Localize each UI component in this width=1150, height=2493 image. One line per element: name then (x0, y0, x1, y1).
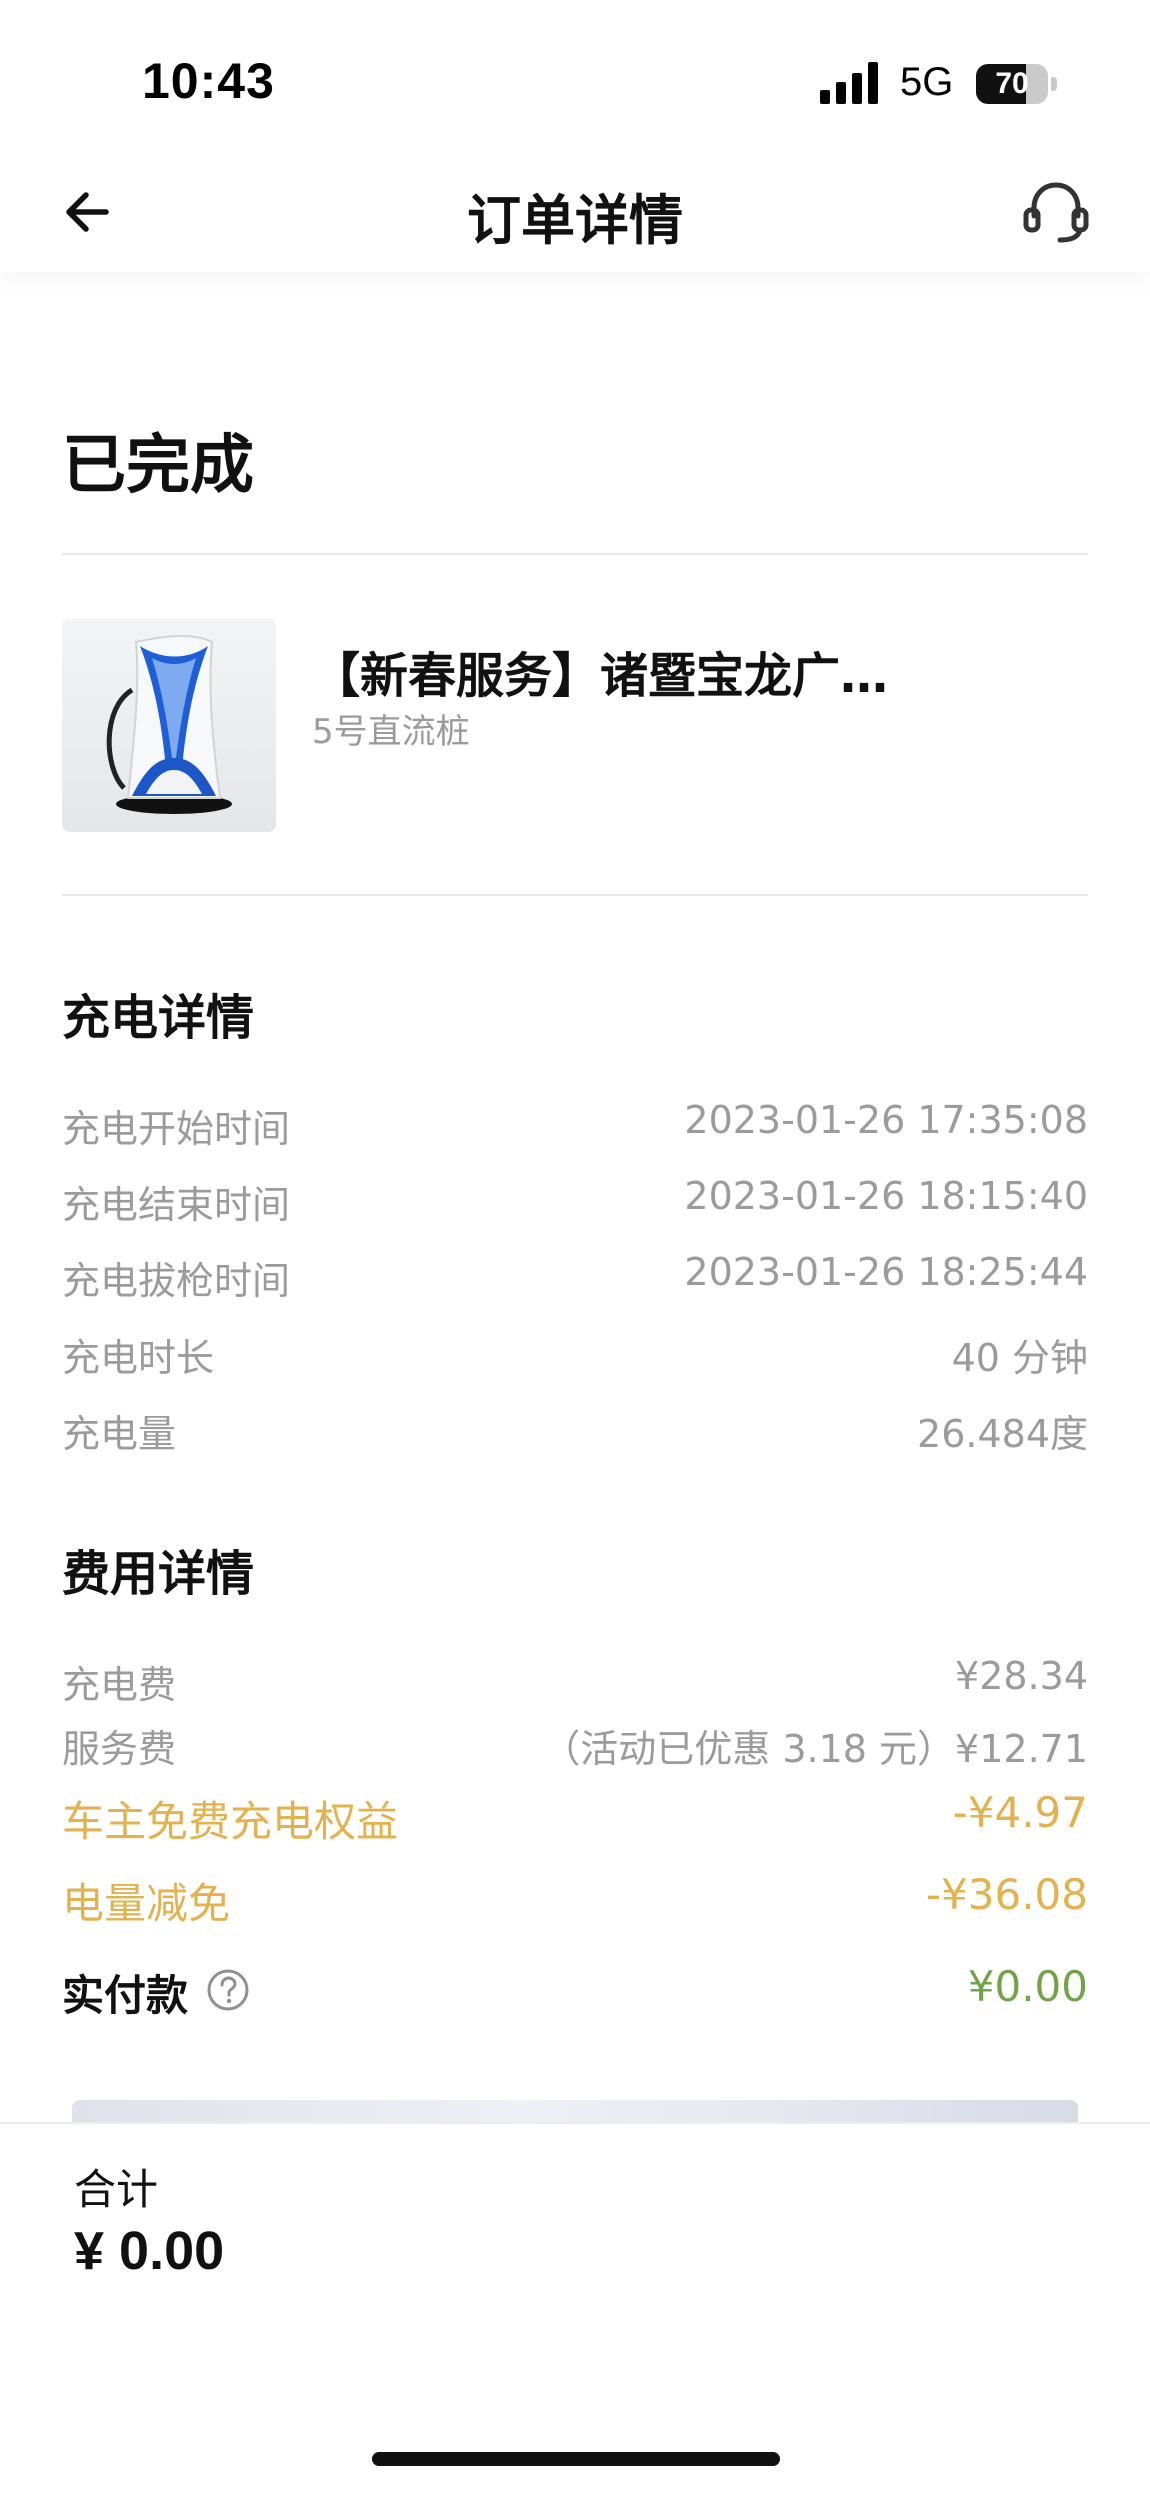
order-detail-page: 10:43 5G 70 订单详情 已完成 【新春服务】诸暨宝龙广… 5号直流桩 … (0, 0, 1150, 2493)
page-title: 订单详情 (467, 189, 683, 252)
battery-icon: 70 (976, 64, 1058, 104)
charge-end-value: 2023-01-26 18:15:40 (684, 1174, 1088, 1218)
status-bar: 10:43 5G 70 (0, 0, 1150, 170)
total-value: ¥ 0.00 (74, 2221, 225, 2281)
owner-benefit-label: 车主免费充电权益 (62, 1797, 399, 1846)
energy-discount-label: 电量减免 (62, 1879, 231, 1928)
nav-bar: 订单详情 (0, 150, 1150, 272)
paid-amount-label: 实付款 (62, 1971, 189, 2020)
owner-benefit-value: -¥4.97 (952, 1788, 1088, 1837)
divider (62, 553, 1088, 555)
charge-duration-value: 40 分钟 (951, 1336, 1088, 1380)
charging-details-title: 充电详情 (62, 990, 255, 1046)
service-fee-value: （活动已优惠 3.18 元）¥12.71 (542, 1727, 1088, 1771)
charge-amount-value: 26.484度 (917, 1412, 1088, 1456)
bottom-bar: 合计 ¥ 0.00 (0, 2122, 1150, 2493)
headset-icon[interactable] (1020, 176, 1092, 246)
service-fee-label: 服务费 (62, 1727, 177, 1771)
pile-name: 5号直流桩 (312, 712, 470, 752)
charge-duration-label: 充电时长 (62, 1336, 215, 1380)
charging-pile-image (62, 618, 276, 832)
charging-fee-value: ¥28.34 (955, 1654, 1088, 1698)
charge-end-label: 充电结束时间 (62, 1183, 291, 1227)
order-status: 已完成 (62, 429, 254, 503)
energy-discount-value: -¥36.08 (925, 1870, 1088, 1919)
charging-fee-label: 充电费 (62, 1663, 177, 1707)
charge-start-value: 2023-01-26 17:35:08 (684, 1098, 1088, 1142)
signal-icon (820, 62, 878, 104)
home-indicator (372, 2452, 780, 2466)
station-name[interactable]: 【新春服务】诸暨宝龙广… (312, 636, 1052, 706)
paid-amount-value: ¥0.00 (967, 1962, 1088, 2011)
total-label: 合计 (74, 2165, 159, 2214)
unplug-time-value: 2023-01-26 18:25:44 (684, 1250, 1088, 1294)
battery-level-text: 70 (995, 67, 1029, 100)
divider (62, 894, 1088, 896)
status-time: 10:43 (142, 53, 275, 109)
charge-start-label: 充电开始时间 (62, 1107, 291, 1151)
unplug-time-label: 充电拔枪时间 (62, 1259, 291, 1303)
network-label: 5G (900, 60, 954, 104)
charge-amount-label: 充电量 (62, 1412, 177, 1456)
question-circle-icon[interactable] (206, 1968, 250, 2012)
fee-details-title: 费用详情 (62, 1546, 255, 1602)
